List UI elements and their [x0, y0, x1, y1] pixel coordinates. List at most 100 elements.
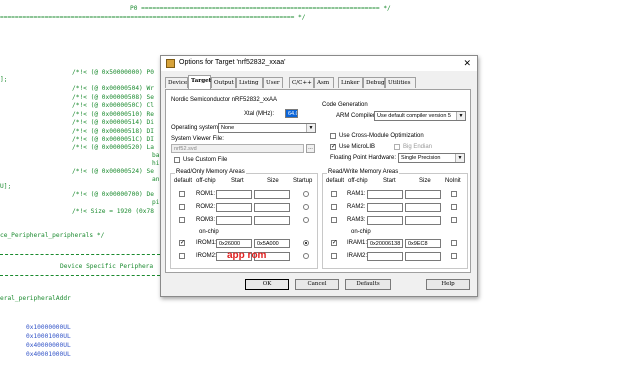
tab-asm[interactable]: Asm [314, 77, 334, 88]
xtal-label: Xtal (MHz): [244, 111, 274, 117]
app-icon [166, 59, 175, 68]
ram2-noinit-checkbox[interactable] [451, 204, 457, 210]
rom3-startup-radio[interactable] [303, 217, 309, 223]
arm-compiler-select[interactable]: Use default compiler version 5 ▼ [374, 111, 466, 121]
ram1-default-checkbox[interactable] [331, 191, 337, 197]
rom1-default-checkbox[interactable] [179, 191, 185, 197]
irom2-startup-radio[interactable] [303, 253, 309, 259]
svf-label: System Viewer File: [171, 136, 224, 142]
rom2-startup-radio[interactable] [303, 204, 309, 210]
iram2-size-input[interactable] [405, 252, 441, 261]
rom1-size-input[interactable] [254, 190, 290, 199]
rom3-default-checkbox[interactable] [179, 217, 185, 223]
close-icon[interactable]: ✕ [463, 58, 471, 68]
cross-module-checkbox[interactable] [330, 133, 336, 139]
irom1-startup-radio[interactable] [303, 240, 309, 246]
ram3-size-input[interactable] [405, 216, 441, 225]
irom1-start-input[interactable]: 0x26000 [216, 239, 252, 248]
irom2-label: IROM2: [196, 253, 217, 259]
col-header: Size [419, 178, 431, 184]
iram2-noinit-checkbox[interactable] [451, 253, 457, 259]
browse-button[interactable]: … [306, 144, 315, 153]
ram3-noinit-checkbox[interactable] [451, 217, 457, 223]
col-header: Startup [293, 178, 313, 184]
target-tab-panel: Nordic Semiconductor nRF52832_xxAA Xtal … [165, 89, 471, 273]
ram1-size-input[interactable] [405, 190, 441, 199]
arm-compiler-value: Use default compiler version 5 [377, 113, 451, 119]
cross-module-label: Use Cross-Module Optimization [339, 133, 424, 139]
rom2-start-input[interactable] [216, 203, 252, 212]
code-line: U]; [0, 183, 12, 190]
xtal-input[interactable]: 64.0 [285, 109, 298, 118]
dialog-titlebar[interactable]: Options for Target 'nrf52832_xxaa' ✕ [161, 56, 477, 71]
help-button[interactable]: Help [426, 279, 470, 290]
on-chip-label: on-chip [199, 229, 219, 235]
code-line: /*!< (@ 0x00000504) Wr [72, 85, 154, 92]
irom1-default-checkbox[interactable]: ✓ [179, 240, 185, 246]
big-endian-checkbox [394, 144, 400, 150]
code-generation-title: Code Generation [322, 102, 368, 108]
chevron-down-icon: ▼ [455, 154, 464, 162]
rom1-label: ROM1: [196, 191, 216, 197]
arm-compiler-label: ARM Compiler: [336, 113, 377, 119]
rom3-start-input[interactable] [216, 216, 252, 225]
tab-cpp[interactable]: C/C++ [289, 77, 314, 88]
irom1-size-input[interactable]: 0x5A000 [254, 239, 290, 248]
tab-target[interactable]: Target [188, 75, 211, 89]
iram1-default-checkbox[interactable]: ✓ [331, 240, 337, 246]
ram2-size-input[interactable] [405, 203, 441, 212]
ram1-noinit-checkbox[interactable] [451, 191, 457, 197]
tab-user[interactable]: User [263, 77, 283, 88]
ram3-start-input[interactable] [367, 216, 403, 225]
col-header: Size [267, 178, 279, 184]
tab-linker[interactable]: Linker [338, 77, 363, 88]
tab-debug[interactable]: Debug [363, 77, 385, 88]
cancel-button[interactable]: Cancel [295, 279, 339, 290]
col-header: default [174, 178, 193, 184]
iram1-label: IRAM1: [347, 240, 368, 246]
chevron-down-icon: ▼ [456, 112, 465, 120]
code-line: /*!< Size = 1920 (0x78 [72, 208, 154, 215]
tab-device[interactable]: Device [165, 77, 188, 88]
ram1-label: RAM1: [347, 191, 366, 197]
ram3-default-checkbox[interactable] [331, 217, 337, 223]
os-select[interactable]: None ▼ [218, 123, 316, 133]
rom3-size-input[interactable] [254, 216, 290, 225]
code-line: eral_peripheralAddr [0, 295, 71, 302]
dialog-title: Options for Target 'nrf52832_xxaa' [179, 59, 286, 66]
tab-output[interactable]: Output [211, 77, 236, 88]
ok-button[interactable]: OK [245, 279, 289, 290]
iram2-start-input[interactable] [367, 252, 403, 261]
ram1-start-input[interactable] [367, 190, 403, 199]
iram1-noinit-checkbox[interactable] [451, 240, 457, 246]
code-separator [0, 275, 160, 276]
col-header: Start [383, 178, 396, 184]
ram2-default-checkbox[interactable] [331, 204, 337, 210]
code-line: 0x40000000UL [26, 342, 71, 349]
code-line: 0x40001000UL [26, 351, 71, 358]
iram2-label: IRAM2: [347, 253, 368, 259]
iram2-default-checkbox[interactable] [331, 253, 337, 259]
iram1-size-input[interactable]: 0x9EC8 [405, 239, 441, 248]
rom1-startup-radio[interactable] [303, 191, 309, 197]
rom2-size-input[interactable] [254, 203, 290, 212]
tab-utilities[interactable]: Utilities [385, 77, 416, 88]
irom2-default-checkbox[interactable] [179, 253, 185, 259]
ram2-start-input[interactable] [367, 203, 403, 212]
rom2-label: ROM2: [196, 204, 216, 210]
chevron-down-icon: ▼ [306, 124, 315, 132]
code-line: ce_Peripheral_peripherals */ [0, 232, 105, 239]
fp-value: Single Precision [401, 155, 441, 161]
tab-listing[interactable]: Listing [236, 77, 263, 88]
fp-select[interactable]: Single Precision ▼ [398, 153, 465, 163]
microlib-checkbox[interactable]: ✓ [330, 144, 336, 150]
col-header: off-chip [196, 178, 216, 184]
rom2-default-checkbox[interactable] [179, 204, 185, 210]
defaults-button[interactable]: Defaults [345, 279, 391, 290]
iram1-start-input[interactable]: 0x20006138 [367, 239, 403, 248]
rom3-label: ROM3: [196, 217, 216, 223]
col-header: NoInit [445, 178, 461, 184]
custom-file-checkbox[interactable] [174, 157, 180, 163]
fp-label: Floating Point Hardware: [330, 155, 397, 161]
rom1-start-input[interactable] [216, 190, 252, 199]
